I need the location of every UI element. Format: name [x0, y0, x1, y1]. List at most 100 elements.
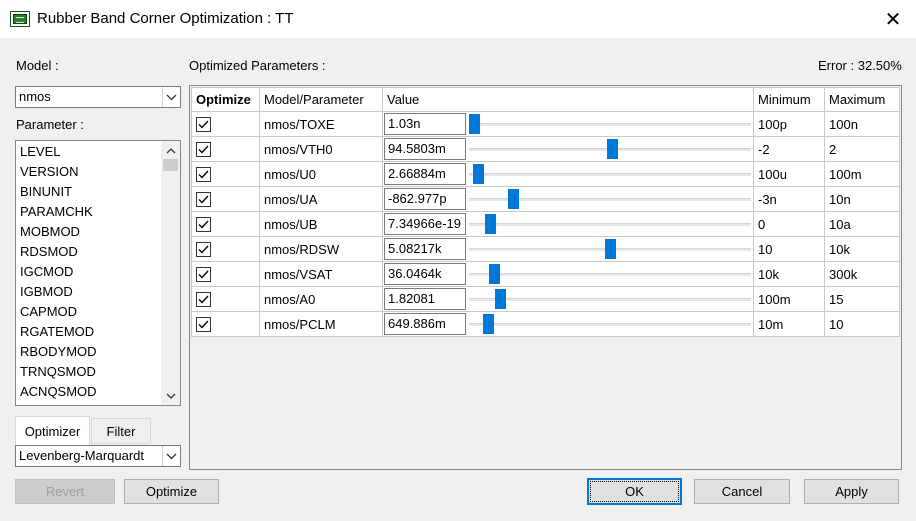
- parameter-list-item[interactable]: TRNQSMOD: [16, 362, 160, 382]
- scroll-down-icon[interactable]: [161, 387, 180, 404]
- optimize-checkbox[interactable]: [196, 241, 211, 257]
- model-label: Model :: [16, 58, 59, 73]
- value-slider-track[interactable]: [469, 273, 751, 276]
- parameter-list-item[interactable]: CAPMOD: [16, 302, 160, 322]
- table-row[interactable]: nmos/U0 2.66884m 100u 100m: [191, 161, 900, 187]
- value-slider-thumb[interactable]: [495, 289, 506, 309]
- value-input[interactable]: 94.5803m: [384, 138, 466, 160]
- value-input[interactable]: 7.34966e-19: [384, 213, 466, 235]
- minimum-cell[interactable]: 0: [753, 211, 825, 237]
- minimum-cell[interactable]: 100p: [753, 111, 825, 137]
- value-input[interactable]: 1.03n: [384, 113, 466, 135]
- value-cell: -862.977p: [382, 186, 754, 212]
- optimize-checkbox[interactable]: [196, 166, 211, 182]
- optimize-checkbox[interactable]: [196, 141, 211, 157]
- value-input[interactable]: 649.886m: [384, 313, 466, 335]
- value-input[interactable]: 2.66884m: [384, 163, 466, 185]
- optimize-checkbox[interactable]: [196, 216, 211, 232]
- table-row[interactable]: nmos/PCLM 649.886m 10m 10: [191, 311, 900, 337]
- minimum-cell[interactable]: 10k: [753, 261, 825, 287]
- value-slider-thumb[interactable]: [489, 264, 500, 284]
- minimum-cell[interactable]: 100m: [753, 286, 825, 312]
- value-slider-thumb[interactable]: [605, 239, 616, 259]
- maximum-cell[interactable]: 10: [824, 311, 900, 337]
- maximum-cell[interactable]: 300k: [824, 261, 900, 287]
- column-header-value[interactable]: Value: [382, 87, 754, 112]
- parameter-list-item[interactable]: RGATEMOD: [16, 322, 160, 342]
- revert-button[interactable]: Revert: [15, 479, 115, 504]
- value-cell: 5.08217k: [382, 236, 754, 262]
- close-button[interactable]: ✕: [870, 0, 916, 38]
- table-row[interactable]: nmos/UB 7.34966e-19 0 10a: [191, 211, 900, 237]
- table-row[interactable]: nmos/A0 1.82081 100m 15: [191, 286, 900, 312]
- value-slider-thumb[interactable]: [473, 164, 484, 184]
- parameter-scrollbar[interactable]: [161, 141, 180, 405]
- minimum-cell[interactable]: 10m: [753, 311, 825, 337]
- minimum-cell[interactable]: -2: [753, 136, 825, 162]
- parameter-list-item[interactable]: IGBMOD: [16, 282, 160, 302]
- parameter-list-item[interactable]: IGCMOD: [16, 262, 160, 282]
- parameter-listbox[interactable]: LEVEL VERSION BINUNIT PARAMCHK MOBMOD RDSMOD I…: [15, 140, 181, 406]
- value-slider-thumb[interactable]: [485, 214, 496, 234]
- value-slider-track[interactable]: [469, 323, 751, 326]
- minimum-cell[interactable]: 10: [753, 236, 825, 262]
- parameter-list-item[interactable]: RDSMOD: [16, 242, 160, 262]
- maximum-cell[interactable]: 15: [824, 286, 900, 312]
- value-input[interactable]: 36.0464k: [384, 263, 466, 285]
- column-header-optimize[interactable]: Optimize: [191, 87, 260, 112]
- value-slider-track[interactable]: [469, 123, 751, 126]
- value-slider-track[interactable]: [469, 223, 751, 226]
- tab-optimizer[interactable]: Optimizer: [15, 416, 90, 445]
- table-row[interactable]: nmos/RDSW 5.08217k 10 10k: [191, 236, 900, 262]
- value-input[interactable]: 1.82081: [384, 288, 466, 310]
- parameter-list-item[interactable]: VERSION: [16, 162, 160, 182]
- table-row[interactable]: nmos/UA -862.977p -3n 10n: [191, 186, 900, 212]
- table-row[interactable]: nmos/VTH0 94.5803m -2 2: [191, 136, 900, 162]
- maximum-cell[interactable]: 10a: [824, 211, 900, 237]
- scrollbar-thumb[interactable]: [163, 159, 178, 171]
- parameter-list-item[interactable]: PARAMCHK: [16, 202, 160, 222]
- scroll-up-icon[interactable]: [161, 142, 180, 159]
- column-header-parameter[interactable]: Model/Parameter: [259, 87, 383, 112]
- value-input[interactable]: 5.08217k: [384, 238, 466, 260]
- ok-button[interactable]: OK: [587, 478, 682, 505]
- value-slider-track[interactable]: [469, 298, 751, 301]
- chevron-down-icon[interactable]: [162, 446, 180, 466]
- optimize-checkbox[interactable]: [196, 116, 211, 132]
- optimize-checkbox[interactable]: [196, 191, 211, 207]
- maximum-cell[interactable]: 2: [824, 136, 900, 162]
- parameter-list-item[interactable]: RBODYMOD: [16, 342, 160, 362]
- model-combobox[interactable]: nmos: [15, 86, 181, 108]
- column-header-minimum[interactable]: Minimum: [753, 87, 825, 112]
- maximum-cell[interactable]: 100m: [824, 161, 900, 187]
- maximum-cell[interactable]: 10n: [824, 186, 900, 212]
- apply-button[interactable]: Apply: [804, 479, 899, 504]
- parameter-list-item[interactable]: BINUNIT: [16, 182, 160, 202]
- parameter-list-item[interactable]: MOBMOD: [16, 222, 160, 242]
- optimize-checkbox[interactable]: [196, 291, 211, 307]
- value-slider-thumb[interactable]: [483, 314, 494, 334]
- parameter-list-item[interactable]: LEVEL: [16, 142, 160, 162]
- app-chip-icon: [10, 11, 30, 27]
- chevron-down-icon[interactable]: [162, 87, 180, 107]
- minimum-cell[interactable]: 100u: [753, 161, 825, 187]
- optimize-checkbox[interactable]: [196, 266, 211, 282]
- algorithm-combobox[interactable]: Levenberg-Marquardt: [15, 445, 181, 467]
- optimize-checkbox[interactable]: [196, 316, 211, 332]
- table-row[interactable]: nmos/TOXE 1.03n 100p 100n: [191, 111, 900, 137]
- maximum-cell[interactable]: 100n: [824, 111, 900, 137]
- value-slider-thumb[interactable]: [469, 114, 480, 134]
- table-row[interactable]: nmos/VSAT 36.0464k 10k 300k: [191, 261, 900, 287]
- parameter-list-item[interactable]: FNCMOD: [16, 402, 160, 405]
- column-header-maximum[interactable]: Maximum: [824, 87, 900, 112]
- parameter-list-item[interactable]: ACNQSMOD: [16, 382, 160, 402]
- optimize-button[interactable]: Optimize: [124, 479, 219, 504]
- cancel-button[interactable]: Cancel: [694, 479, 790, 504]
- value-slider-track[interactable]: [469, 173, 751, 176]
- value-slider-thumb[interactable]: [607, 139, 618, 159]
- value-input[interactable]: -862.977p: [384, 188, 466, 210]
- value-slider-thumb[interactable]: [508, 189, 519, 209]
- tab-filter[interactable]: Filter: [91, 418, 151, 444]
- minimum-cell[interactable]: -3n: [753, 186, 825, 212]
- maximum-cell[interactable]: 10k: [824, 236, 900, 262]
